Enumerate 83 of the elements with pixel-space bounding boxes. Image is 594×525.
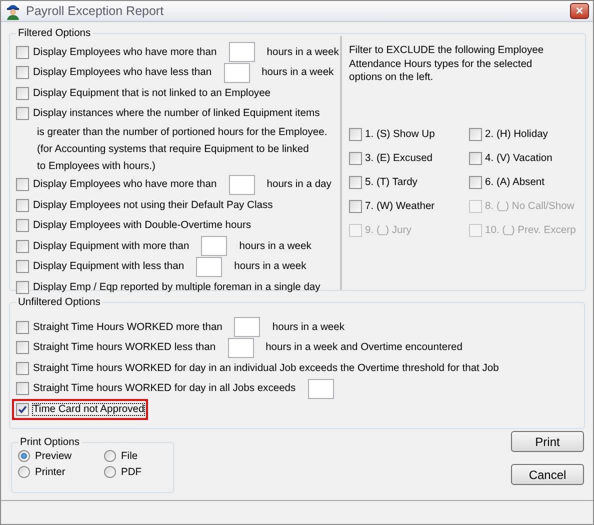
checkbox[interactable]: [16, 341, 29, 354]
option-label[interactable]: Display Employees not using their Default Pay Class: [33, 200, 273, 211]
checkbox[interactable]: [349, 176, 362, 188]
option-label[interactable]: Display Employees with Double-Overtime hours: [33, 220, 252, 232]
option-label[interactable]: 1. (S) Show Up: [365, 128, 435, 140]
input-field[interactable]: [224, 62, 250, 83]
window-title: Payroll Exception Report: [26, 4, 165, 18]
option-label[interactable]: 6. (A) Absent: [485, 176, 545, 188]
option-label[interactable]: Time Card not Approved: [33, 404, 144, 415]
dialog-button[interactable]: Cancel: [511, 464, 584, 485]
option-label: 10. (_) Prev. Excerp: [485, 224, 576, 236]
option-label: (for Accounting systems that require Equipment to be linked: [36, 142, 310, 156]
option-label[interactable]: 3. (E) Excused: [365, 152, 433, 164]
checkbox[interactable]: [16, 86, 29, 100]
dialog-button[interactable]: Print: [511, 431, 584, 452]
option-label[interactable]: 5. (T) Tardy: [365, 176, 418, 188]
checkbox[interactable]: [16, 46, 29, 59]
input-field[interactable]: [228, 338, 254, 358]
group-title: Filtered Options: [18, 28, 91, 39]
instruction-text: Filter to EXCLUDE the following Employee: [349, 44, 545, 58]
option-label: hours in a week: [234, 261, 306, 272]
option-label: hours in a week: [262, 67, 334, 78]
option-label: hours in a day: [266, 179, 332, 190]
instruction-text: Attendance Hours types for the selected: [349, 58, 534, 71]
option-label[interactable]: Straight Time hours WORKED for day in all Jobs exceeds: [33, 383, 296, 394]
option-label[interactable]: Display Equipment with more than: [33, 240, 190, 252]
group-title: Print Options: [20, 437, 80, 448]
option-label: hours in a week: [239, 240, 312, 252]
option-label[interactable]: 4. (V) Vacation: [485, 152, 552, 164]
option-label[interactable]: Display Emp / Eqp reported by multiple foreman in a single day: [33, 282, 320, 293]
option-label[interactable]: 7. (W) Weather: [365, 200, 435, 212]
checkbox[interactable]: [16, 178, 29, 192]
checkbox[interactable]: [16, 198, 29, 212]
option-label: 9. (_) Jury: [365, 224, 412, 236]
person-icon: [5, 2, 21, 20]
checkbox[interactable]: [349, 200, 362, 212]
radio-button[interactable]: [18, 450, 30, 462]
radio-label[interactable]: Preview: [35, 450, 72, 462]
checkbox[interactable]: [349, 152, 362, 164]
option-label[interactable]: Straight Time Hours WORKED more than: [33, 322, 222, 333]
option-label[interactable]: Display instances where the number of linked Equipment items: [33, 105, 320, 122]
checkbox[interactable]: [16, 240, 29, 253]
option-label[interactable]: Display Employees who have more than: [33, 46, 217, 58]
checkbox[interactable]: [16, 66, 29, 80]
option-label[interactable]: Display Employees who have less than: [33, 67, 212, 78]
option-label: to Employees with hours.): [36, 160, 156, 174]
option-label[interactable]: Display Equipment that is not linked to an Employee: [33, 88, 271, 99]
input-field[interactable]: [201, 236, 228, 256]
checkbox[interactable]: [469, 176, 482, 188]
checkbox[interactable]: [469, 128, 482, 140]
checkbox[interactable]: [469, 152, 482, 164]
checkbox[interactable]: [16, 219, 29, 232]
option-label: hours in a week: [272, 322, 345, 333]
checkbox[interactable]: [16, 402, 29, 416]
checkbox[interactable]: [16, 107, 29, 120]
checkbox[interactable]: [16, 382, 29, 396]
input-field[interactable]: [308, 378, 334, 399]
checkbox[interactable]: [349, 128, 362, 140]
radio-button[interactable]: [18, 466, 30, 478]
radio-label[interactable]: File: [121, 450, 138, 462]
instruction-text: options on the left.: [349, 71, 434, 84]
checkbox[interactable]: [16, 362, 29, 375]
option-label[interactable]: 2. (H) Holiday: [485, 128, 548, 140]
radio-label[interactable]: Printer: [35, 466, 66, 478]
radio-button[interactable]: [104, 466, 116, 478]
input-field[interactable]: [196, 256, 222, 277]
input-field[interactable]: [228, 42, 255, 62]
group-title: Unfiltered Options: [18, 297, 100, 308]
option-label[interactable]: Display Employees who have more than: [33, 179, 217, 190]
option-label: hours in a week and Overtime encountered: [266, 342, 462, 354]
input-field[interactable]: [234, 317, 260, 338]
radio-label[interactable]: PDF: [121, 466, 142, 478]
option-label[interactable]: Straight Time hours WORKED less than: [33, 342, 216, 354]
checkbox[interactable]: [16, 280, 29, 294]
option-label: is greater than the number of portioned hours for the Employee.: [36, 126, 328, 140]
checkbox[interactable]: [16, 260, 29, 274]
input-field[interactable]: [228, 174, 255, 195]
checkbox[interactable]: [16, 320, 29, 334]
option-label: hours in a week: [266, 46, 339, 58]
option-label: 8. (_) No Call/Show: [485, 200, 574, 212]
radio-button[interactable]: [104, 450, 116, 462]
option-label[interactable]: Straight Time hours WORKED for day in an individual Job exceeds the Overtime threshold for that Job: [33, 362, 499, 374]
option-label[interactable]: Display Equipment with less than: [33, 261, 184, 272]
